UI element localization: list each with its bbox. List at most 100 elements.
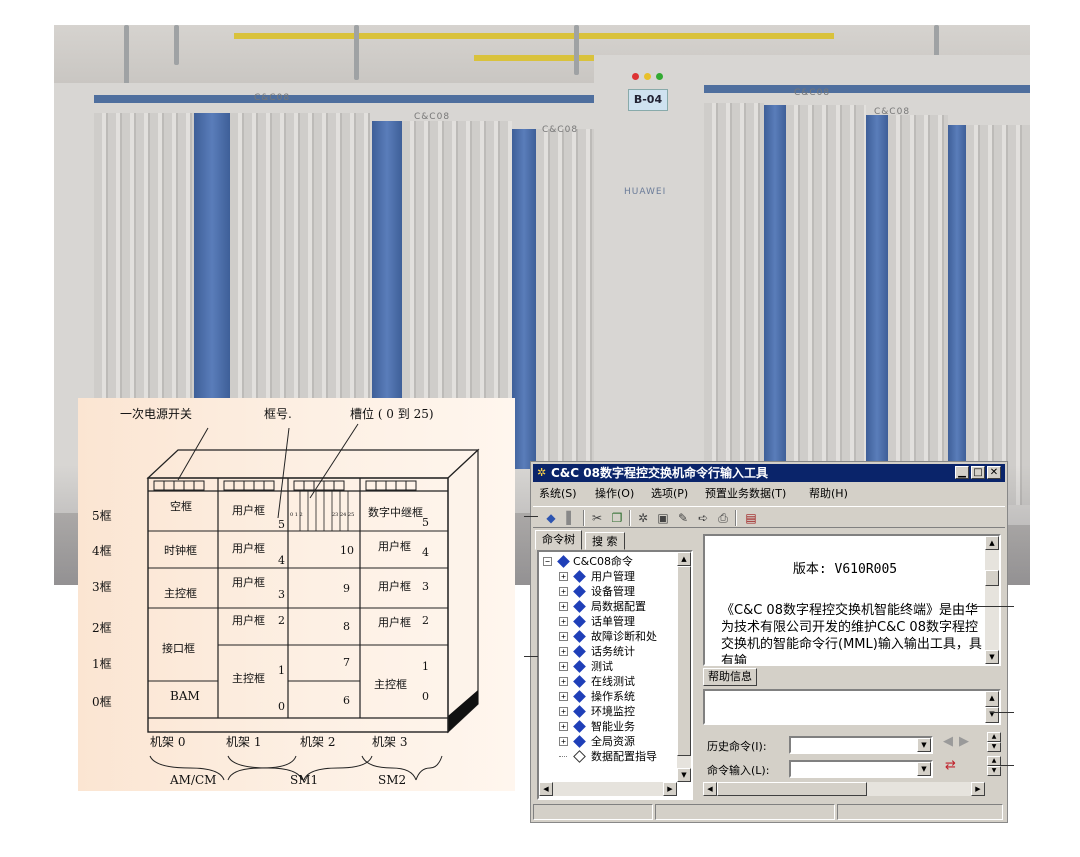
expand-icon[interactable]: + (559, 722, 568, 731)
expand-icon[interactable]: + (559, 737, 568, 746)
next-arrow-icon[interactable]: ▶ (959, 734, 969, 749)
scroll-down-button[interactable]: ▼ (677, 768, 691, 782)
clock-frame-label: 时钟框 (164, 543, 197, 557)
window-titlebar[interactable]: ✲ C&C 08数字程控交换机命令行输入工具 ▁ □ ✕ (533, 464, 1005, 482)
window-icon[interactable]: ▣ (655, 510, 671, 526)
expand-icon[interactable]: + (559, 677, 568, 686)
minimize-button[interactable]: ▁ (955, 466, 969, 479)
history-spin[interactable]: ▲ ▼ (987, 732, 1001, 752)
tab-help-info[interactable]: 帮助信息 (703, 668, 757, 686)
expand-icon[interactable]: + (559, 587, 568, 596)
frame-number: 10 (340, 544, 354, 557)
scroll-down-button[interactable]: ▼ (985, 650, 999, 664)
scroll-up-button[interactable]: ▲ (985, 536, 999, 550)
tree-item[interactable]: + 在线测试 (539, 674, 677, 689)
command-input-combo[interactable]: ▼ (789, 760, 933, 778)
tree-vertical-scrollbar[interactable]: ▲ ▼ (677, 552, 691, 782)
chevron-down-icon[interactable]: ▼ (917, 738, 931, 752)
menu-preset-service-data[interactable]: 预置业务数据(T) (705, 484, 786, 504)
monitor-icon[interactable]: ▤ (743, 510, 759, 526)
cut-icon[interactable]: ✂ (589, 510, 605, 526)
expand-icon[interactable]: + (559, 692, 568, 701)
forward-icon[interactable]: ➪ (695, 510, 711, 526)
menu-system[interactable]: 系统(S) (539, 484, 577, 504)
tree-item[interactable]: + 故障诊断和处 (539, 629, 677, 644)
expand-icon[interactable]: + (559, 707, 568, 716)
scroll-up-button[interactable]: ▲ (985, 691, 999, 707)
chevron-down-icon[interactable]: ▼ (917, 762, 931, 776)
copy-icon[interactable]: ❐ (609, 510, 625, 526)
expand-icon[interactable]: + (559, 572, 568, 581)
scroll-thumb[interactable] (677, 566, 691, 756)
cabinet-blue-panel (764, 105, 786, 505)
tree-root[interactable]: − C&C08命令 (539, 554, 679, 569)
callout-line (970, 606, 1014, 607)
tab-command-tree[interactable]: 命令树 (535, 530, 582, 550)
scroll-up-button[interactable]: ▲ (677, 552, 691, 566)
scroll-left-button[interactable]: ◀ (703, 782, 717, 796)
edit-icon[interactable]: ✎ (675, 510, 691, 526)
scroll-thumb[interactable] (717, 782, 867, 796)
cable-tray (234, 33, 834, 39)
window-title: C&C 08数字程控交换机命令行输入工具 (551, 466, 768, 480)
tree-item[interactable]: + 全局资源 (539, 734, 677, 749)
frame-row-label: 0框 (92, 695, 112, 709)
execute-icon[interactable]: ⇄ (945, 758, 956, 773)
toolbar-separator (629, 510, 631, 526)
info-vertical-scrollbar[interactable]: ▲ ▼ (985, 536, 999, 664)
menu-options[interactable]: 选项(P) (651, 484, 688, 504)
tree-item-label: 话务统计 (591, 645, 635, 658)
scroll-thumb[interactable] (985, 570, 999, 586)
tree-item[interactable]: + 局数据配置 (539, 599, 677, 614)
scroll-right-button[interactable]: ▶ (663, 782, 677, 796)
tree-item[interactable]: + 设备管理 (539, 584, 677, 599)
spin-down-button[interactable]: ▼ (987, 766, 1001, 776)
tree-item[interactable]: + 话务统计 (539, 644, 677, 659)
connect-icon[interactable]: ◆ (543, 510, 559, 526)
frame-number: 4 (422, 546, 429, 559)
close-button[interactable]: ✕ (987, 466, 1001, 479)
scroll-right-button[interactable]: ▶ (971, 782, 985, 796)
expand-icon[interactable]: + (559, 632, 568, 641)
disconnect-icon[interactable]: ▌ (563, 510, 579, 526)
command-group-icon (573, 675, 586, 688)
tree-item[interactable]: + 测试 (539, 659, 677, 674)
frame-number: 8 (343, 620, 350, 633)
history-command-combo[interactable]: ▼ (789, 736, 933, 754)
right-horizontal-scrollbar[interactable]: ◀ ▶ (703, 782, 985, 796)
tree-item[interactable]: + 话单管理 (539, 614, 677, 629)
expand-icon[interactable]: + (559, 662, 568, 671)
input-spin[interactable]: ▲ ▼ (987, 756, 1001, 776)
tree-item[interactable]: 数据配置指导 (539, 749, 677, 764)
scroll-down-button[interactable]: ▼ (985, 707, 999, 723)
tree-item-label: 在线测试 (591, 675, 635, 688)
tree-item-label: 环境监控 (591, 705, 635, 718)
tree-item[interactable]: + 智能业务 (539, 719, 677, 734)
spin-down-button[interactable]: ▼ (987, 742, 1001, 752)
tree-item[interactable]: + 环境监控 (539, 704, 677, 719)
print-icon[interactable]: ⎙ (715, 510, 731, 526)
tree-item[interactable]: + 用户管理 (539, 569, 677, 584)
frame-row-label: 4框 (92, 544, 112, 558)
tree-horizontal-scrollbar[interactable]: ◀ ▶ (539, 782, 677, 796)
prev-arrow-icon[interactable]: ◀ (943, 734, 953, 749)
tree-item-label: 操作系统 (591, 690, 635, 703)
user-frame-label: 用户框 (232, 575, 265, 589)
tree-item[interactable]: + 操作系统 (539, 689, 677, 704)
maximize-button[interactable]: □ (971, 466, 985, 479)
settings-icon[interactable]: ✲ (635, 510, 651, 526)
expand-icon[interactable]: + (559, 602, 568, 611)
expand-icon[interactable]: + (559, 647, 568, 656)
menu-operation[interactable]: 操作(O) (595, 484, 634, 504)
collapse-icon[interactable]: − (543, 557, 552, 566)
rack-label: 机架 2 (300, 735, 335, 749)
expand-icon[interactable]: + (559, 617, 568, 626)
help-vertical-scrollbar[interactable]: ▲ ▼ (985, 691, 999, 723)
scroll-left-button[interactable]: ◀ (539, 782, 553, 796)
tab-search[interactable]: 搜 索 (585, 532, 625, 550)
spin-up-button[interactable]: ▲ (987, 732, 1001, 742)
menu-help[interactable]: 帮助(H) (809, 484, 848, 504)
tree-item-label: 全局资源 (591, 735, 635, 748)
cabinet-top-face (146, 449, 480, 479)
mml-tool-window: ✲ C&C 08数字程控交换机命令行输入工具 ▁ □ ✕ 系统(S) 操作(O)… (530, 461, 1008, 823)
